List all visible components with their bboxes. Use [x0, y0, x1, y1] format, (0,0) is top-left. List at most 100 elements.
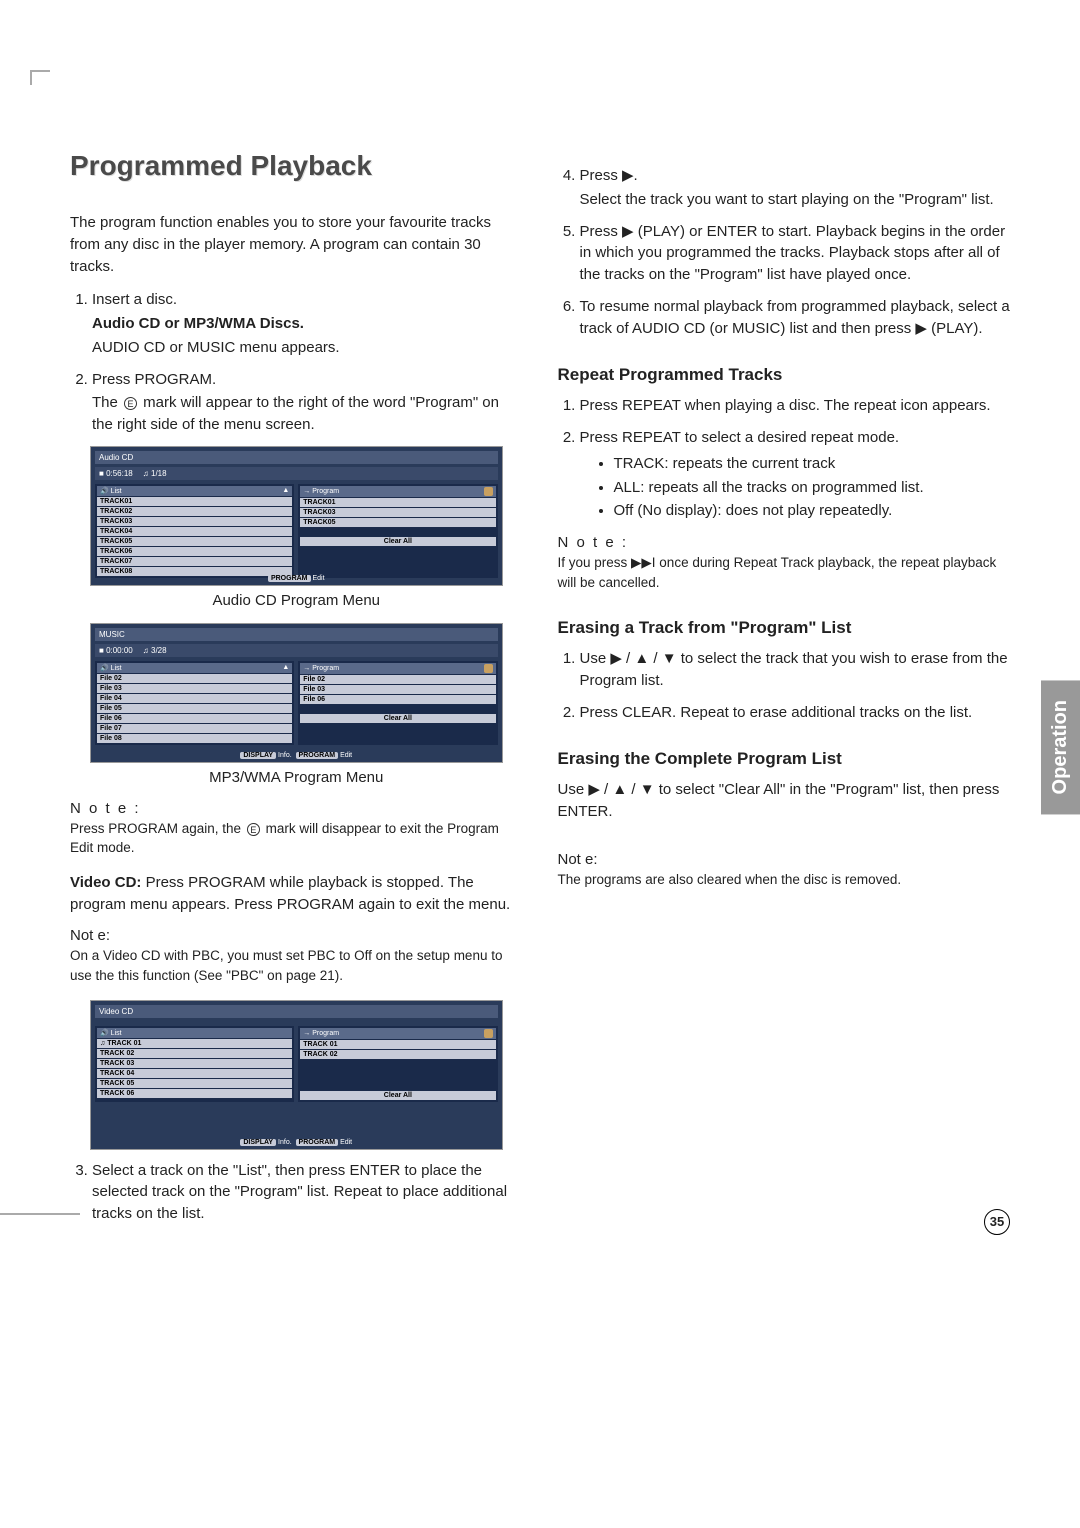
list-item: TRACK 04	[97, 1069, 292, 1078]
text-fragment: Press REPEAT to select a desired repeat …	[580, 429, 900, 446]
menu-program-header: → Program	[300, 486, 495, 497]
e-badge-icon	[484, 487, 493, 496]
text-fragment: Program	[312, 1030, 339, 1037]
menu-time-row: ■ 0:56:18 ♫ 1/18	[95, 467, 498, 480]
step-4: Press ▶. Select the track you want to st…	[580, 165, 1011, 211]
menu-list-header: 🔊 List	[97, 1028, 292, 1038]
step-6: To resume normal playback from programme…	[580, 296, 1011, 340]
list-item: File 07	[97, 724, 292, 733]
menu-list-panel: 🔊 List▲ File 02 File 03 File 04 File 05 …	[95, 661, 294, 745]
menu-time: ■ 0:00:00	[99, 646, 133, 655]
text-fragment: mark will appear to the right of the wor…	[92, 394, 499, 433]
crop-mark	[0, 1213, 80, 1215]
menu-program-panel: → Program TRACK01 TRACK03 TRACK05 Clear …	[298, 484, 497, 578]
note-label: Not e:	[70, 927, 523, 944]
menu-list-panel: 🔊 List ♫ TRACK 01 TRACK 02 TRACK 03 TRAC…	[95, 1026, 294, 1102]
bullet: TRACK: repeats the current track	[614, 453, 1011, 475]
list-item: TRACK05	[300, 518, 495, 527]
step-1-line2: Audio CD or MP3/WMA Discs.	[92, 313, 523, 335]
list-item: File 02	[300, 675, 495, 684]
text-fragment: 1/18	[151, 469, 167, 478]
clear-all: Clear All	[300, 1091, 495, 1100]
list-item: TRACK 02	[97, 1049, 292, 1058]
caption-music: MP3/WMA Program Menu	[70, 769, 523, 786]
menu-list-header: 🔊 List▲	[97, 663, 292, 673]
erase-track-heading: Erasing a Track from "Program" List	[558, 618, 1011, 638]
music-menu-screenshot: MUSIC ■ 0:00:00 ♫ 3/28 🔊 List▲ File 02 F…	[90, 623, 503, 763]
button-chip: PROGRAM	[268, 575, 311, 582]
e-mark-icon: E	[247, 823, 260, 836]
button-chip: DISPLAY	[240, 752, 276, 759]
text-fragment: 3/28	[151, 646, 167, 655]
audio-cd-menu-screenshot: Audio CD ■ 0:56:18 ♫ 1/18 🔊 List▲ TRACK0…	[90, 446, 503, 586]
text-fragment: Edit	[340, 1139, 352, 1146]
step-2-line2: The E mark will appear to the right of t…	[92, 392, 523, 436]
page-number: 35	[984, 1209, 1010, 1235]
list-item: TRACK 03	[97, 1059, 292, 1068]
list-item: TRACK 02	[300, 1050, 495, 1059]
step-2: Press PROGRAM. The E mark will appear to…	[92, 369, 523, 436]
repeat-list: Press REPEAT when playing a disc. The re…	[558, 395, 1011, 522]
menu-footer: PROGRAM Edit	[91, 575, 502, 582]
list-item: TRACK 06	[97, 1089, 292, 1098]
text-fragment: Press PROGRAM again, the	[70, 821, 245, 836]
bullet: ALL: repeats all the tracks on programme…	[614, 477, 1011, 499]
step-1-line3: AUDIO CD or MUSIC menu appears.	[92, 337, 523, 359]
left-column: Programmed Playback The program function…	[70, 60, 523, 1235]
button-chip: PROGRAM	[296, 1139, 339, 1146]
erase-step-1: Use ▶ / ▲ / ▼ to select the track that y…	[580, 648, 1011, 692]
page-title: Programmed Playback	[70, 150, 523, 182]
crop-mark	[30, 70, 50, 85]
repeat-step-2: Press REPEAT to select a desired repeat …	[580, 427, 1011, 522]
erase-all-heading: Erasing the Complete Program List	[558, 749, 1011, 769]
erase-track-list: Use ▶ / ▲ / ▼ to select the track that y…	[558, 648, 1011, 723]
clear-all: Clear All	[300, 714, 495, 723]
list-item: File 04	[97, 694, 292, 703]
note-label: Not e:	[558, 851, 1011, 868]
text-fragment: Program	[312, 665, 339, 672]
video-cd-text: Video CD: Press PROGRAM while playback i…	[70, 872, 523, 916]
text-fragment: Edit	[312, 575, 324, 582]
list-item: TRACK06	[97, 547, 292, 556]
menu-time-row: ■ 0:00:00 ♫ 3/28	[95, 644, 498, 657]
menu-footer: DISPLAY Info. PROGRAM Edit	[91, 1139, 502, 1146]
menu-header: Video CD	[95, 1005, 498, 1018]
menu-counter: ♫ 1/18	[143, 469, 167, 478]
left-ordered-list-cont: Select a track on the "List", then press…	[70, 1160, 523, 1225]
text-fragment: List	[111, 665, 122, 672]
caption-audio: Audio CD Program Menu	[70, 592, 523, 609]
right-column: Press ▶. Select the track you want to st…	[558, 60, 1011, 1235]
list-item: File 03	[300, 685, 495, 694]
list-item: File 02	[97, 674, 292, 683]
erase-step-2: Press CLEAR. Repeat to erase additional …	[580, 702, 1011, 724]
list-item: TRACK01	[300, 498, 495, 507]
step-1-line1: Insert a disc.	[92, 291, 177, 308]
list-item: TRACK 05	[97, 1079, 292, 1088]
menu-time: ■ 0:56:18	[99, 469, 133, 478]
text-fragment: Info.	[278, 1139, 292, 1146]
list-item: TRACK04	[97, 527, 292, 536]
intro-text: The program function enables you to stor…	[70, 212, 523, 277]
menu-footer: DISPLAY Info. PROGRAM Edit	[91, 752, 502, 759]
text-fragment: List	[111, 488, 122, 495]
list-item: TRACK01	[97, 497, 292, 506]
list-item: TRACK07	[97, 557, 292, 566]
note-text: If you press ▶▶I once during Repeat Trac…	[558, 553, 1011, 592]
text-fragment: The	[92, 394, 122, 411]
bullet: Off (No display): does not play repeated…	[614, 500, 1011, 522]
repeat-heading: Repeat Programmed Tracks	[558, 365, 1011, 385]
step-1: Insert a disc. Audio CD or MP3/WMA Discs…	[92, 289, 523, 358]
menu-program-panel: → Program File 02 File 03 File 06 Clear …	[298, 661, 497, 745]
menu-list-panel: 🔊 List▲ TRACK01 TRACK02 TRACK03 TRACK04 …	[95, 484, 294, 578]
menu-program-header: → Program	[300, 1028, 495, 1039]
note-text: On a Video CD with PBC, you must set PBC…	[70, 946, 523, 985]
step-5: Press ▶ (PLAY) or ENTER to start. Playba…	[580, 221, 1011, 286]
step-4-line1: Press ▶.	[580, 167, 638, 184]
repeat-bullets: TRACK: repeats the current track ALL: re…	[580, 453, 1011, 522]
menu-program-panel: → Program TRACK 01 TRACK 02 Clear All	[298, 1026, 497, 1102]
list-item: File 06	[97, 714, 292, 723]
text-fragment: Edit	[340, 752, 352, 759]
list-item: File 05	[97, 704, 292, 713]
menu-header: MUSIC	[95, 628, 498, 641]
erase-all-text: Use ▶ / ▲ / ▼ to select "Clear All" in t…	[558, 779, 1011, 823]
